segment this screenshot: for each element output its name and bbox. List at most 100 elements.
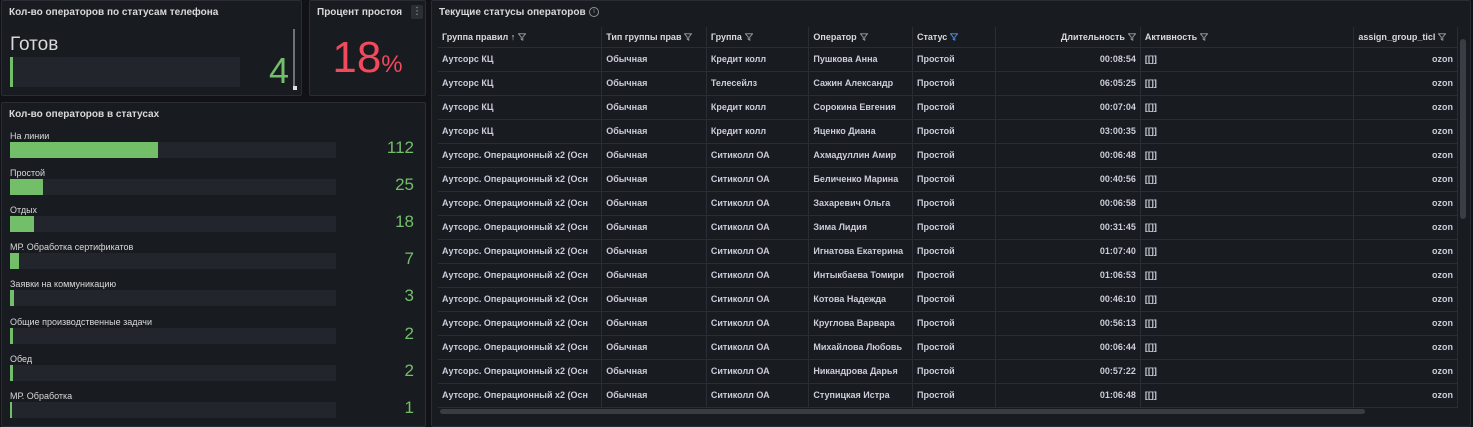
table-cell: 00:06:44 [995,335,1141,360]
table-row[interactable]: Аутсорс КЦ Обычная Кредит колл Пушкова Анна… [438,47,1458,72]
table-row[interactable]: Аутсорс. Операционный x2 (Осн Обычная Сити… [438,215,1458,240]
status-bar-fill [10,364,13,381]
status-label: Обед [10,353,33,364]
status-label: Общие производственные задачи [10,316,153,327]
statuses-panel: Кол-во операторов в статусах На линии 112… [1,102,426,427]
column-header[interactable]: Группа [706,27,810,48]
status-bar-fill [10,401,12,418]
table-cell: Аутсорс. Операционный x2 (Осн [438,359,603,384]
filter-icon[interactable] [1127,33,1136,41]
column-header-label: Статус [916,31,948,42]
table-row[interactable]: Аутсорс. Операционный x2 (Осн Обычная Сити… [438,287,1458,312]
vertical-scrollbar[interactable] [1460,39,1466,219]
column-header[interactable]: Оператор [808,27,913,48]
table-cell: Ситиколл ОА [706,287,810,312]
filter-icon[interactable] [1438,33,1447,41]
filter-icon[interactable] [744,33,753,41]
panel-title: Кол-во операторов по статусам телефона [9,7,219,18]
table-cell: ozon [1353,47,1458,72]
table-cell: Зима Лидия [808,215,913,240]
panel-title: Текущие статусы операторов [439,7,586,18]
table-cell: Простой [912,191,996,216]
status-value: 2 [404,323,414,343]
status-value: 112 [386,138,414,157]
table-cell: Ситиколл ОА [706,359,810,384]
status-value: 1 [404,397,414,417]
resize-handle[interactable] [293,86,297,90]
table-row[interactable]: Аутсорс КЦ Обычная Кредит колл Сорокина Евг… [438,95,1458,120]
table-cell: ozon [1353,383,1458,408]
status-bar [10,179,336,196]
status-bar-row: Заявки на коммуникацию 3 [10,279,422,316]
table-row[interactable]: Аутсорс. Операционный x2 (Осн Обычная Сити… [438,143,1458,168]
table-cell: Аутсорс. Операционный x2 (Осн [438,383,603,408]
table-cell: Обычная [601,215,707,240]
table-cell: 00:07:04 [995,95,1141,120]
table-cell: Простой [912,71,996,96]
filter-icon[interactable] [518,33,527,41]
table-row[interactable]: Аутсорс. Операционный x2 (Осн Обычная Сити… [438,335,1458,360]
phone-state-bar [10,57,240,87]
table-cell: ozon [1353,95,1458,120]
table-cell: [[]] [1140,71,1355,96]
column-header[interactable]: Группа правил ↑ [438,27,603,48]
table-cell: Ситиколл ОА [706,191,810,216]
column-header[interactable]: Активность [1140,27,1355,48]
table-cell: ozon [1353,335,1458,360]
table-cell: ozon [1353,191,1458,216]
status-bar [10,142,336,158]
table-cell: 01:07:40 [995,239,1141,264]
status-label: МР. Обработка сертификатов [10,242,134,253]
table-row[interactable]: Аутсорс. Операционный x2 (Осн Обычная Сити… [438,359,1458,384]
table-cell: Пушкова Анна [808,47,913,72]
table-cell: Ситиколл ОА [706,335,810,360]
table-cell: Захаревич Ольга [808,191,913,216]
table-cell: Обычная [601,119,707,144]
filter-icon[interactable] [859,33,868,41]
table-cell: Простой [912,335,996,360]
table-row[interactable]: Аутсорс. Операционный x2 (Осн Обычная Сити… [438,311,1458,336]
status-bar [10,253,336,270]
table-cell: Аутсорс. Операционный x2 (Осн [438,215,603,240]
filter-icon[interactable] [1200,33,1209,41]
table-header-row: Группа правил ↑ Тип группы прав Группа Опер… [438,27,1458,48]
sort-ascending-icon[interactable]: ↑ [511,32,516,42]
horizontal-scrollbar[interactable] [440,409,1365,414]
table-cell: [[]] [1140,47,1355,72]
status-value: 2 [404,360,414,380]
table-row[interactable]: Аутсорс. Операционный x2 (Осн Обычная Сити… [438,167,1458,192]
column-header[interactable]: Тип группы прав [601,27,707,48]
column-header[interactable]: assign_group_ticl [1353,27,1458,48]
table-cell: Обычная [601,191,707,216]
table-cell: Обычная [601,167,707,192]
table-row[interactable]: Аутсорс КЦ Обычная Телесейлз Сажин Александ… [438,71,1458,96]
filter-icon[interactable] [684,33,693,41]
panel-menu-icon[interactable]: ⋮ [411,5,423,19]
status-bar [10,327,336,344]
table-cell: [[]] [1140,359,1355,384]
table-row[interactable]: Аутсорс. Операционный x2 (Осн Обычная Сити… [438,191,1458,216]
filter-icon[interactable] [950,33,959,41]
column-header[interactable]: Статус [912,27,996,48]
table-row[interactable]: Аутсорс КЦ Обычная Кредит колл Яценко Диана… [438,119,1458,144]
table-row[interactable]: Аутсорс. Операционный x2 (Осн Обычная Сити… [438,239,1458,264]
table-cell: Аутсорс. Операционный x2 (Осн [438,191,603,216]
table-cell: Аутсорс. Операционный x2 (Осн [438,335,603,360]
status-bar-fill [10,327,13,344]
table-row[interactable]: Аутсорс. Операционный x2 (Осн Обычная Сити… [438,263,1458,288]
column-header[interactable]: Длительность [995,27,1141,48]
status-bar-row: Простой 25 [10,168,422,205]
table-cell: Ахмадуллин Амир [808,143,913,168]
info-icon[interactable]: i [589,7,599,17]
panel-title: Кол-во операторов в статусах [9,109,160,120]
vertical-scrollbar[interactable] [293,29,295,87]
table-cell: Круглова Варвара [808,311,913,336]
table-cell: ozon [1353,71,1458,96]
table-cell: Простой [912,119,996,144]
table-row[interactable]: Аутсорс. Операционный x2 (Осн Обычная Сити… [438,383,1458,408]
status-bar-fill [10,142,158,158]
table-cell: 03:00:35 [995,119,1141,144]
table-cell: 00:06:48 [995,143,1141,168]
table-cell: Обычная [601,287,707,312]
status-value: 3 [404,286,414,306]
